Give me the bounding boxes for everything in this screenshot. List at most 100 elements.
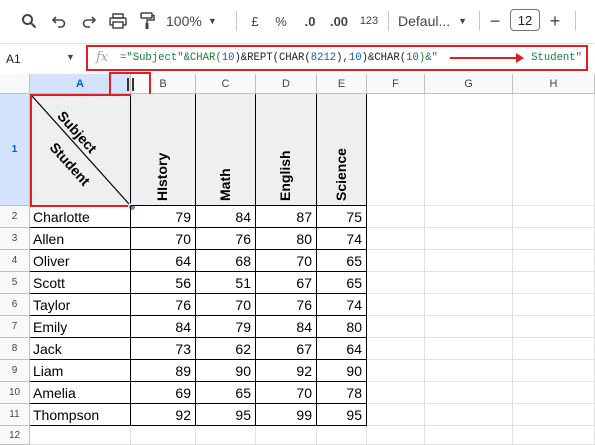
score-cell[interactable]: 78 <box>317 382 367 404</box>
score-cell[interactable]: 65 <box>196 382 256 404</box>
score-cell[interactable]: 92 <box>131 404 196 426</box>
student-name-cell[interactable]: Charlotte <box>30 206 131 228</box>
cell[interactable] <box>425 228 513 250</box>
score-cell[interactable]: 73 <box>131 338 196 360</box>
cell[interactable] <box>367 404 425 426</box>
score-cell[interactable]: 76 <box>256 294 317 316</box>
column-header-h[interactable]: H <box>513 74 595 94</box>
score-cell[interactable]: 99 <box>256 404 317 426</box>
row-header-6[interactable]: 6 <box>0 294 30 316</box>
cell[interactable] <box>513 316 595 338</box>
column-header-f[interactable]: F <box>367 74 425 94</box>
decrease-decimal-button[interactable]: .0 <box>298 8 322 34</box>
column-resize-handle[interactable] <box>127 78 129 91</box>
cell[interactable] <box>196 426 256 445</box>
cell[interactable] <box>425 250 513 272</box>
row-header-3[interactable]: 3 <box>0 228 30 250</box>
row-header-11[interactable]: 11 <box>0 404 30 426</box>
cell[interactable] <box>425 404 513 426</box>
cell[interactable] <box>513 382 595 404</box>
score-cell[interactable]: 79 <box>131 206 196 228</box>
score-cell[interactable]: 87 <box>256 206 317 228</box>
score-cell[interactable]: 79 <box>196 316 256 338</box>
undo-icon[interactable] <box>48 8 70 34</box>
header-cell-history[interactable]: HIstory <box>131 94 196 206</box>
student-name-cell[interactable]: Taylor <box>30 294 131 316</box>
score-cell[interactable]: 67 <box>256 338 317 360</box>
cell[interactable] <box>367 206 425 228</box>
score-cell[interactable]: 62 <box>196 338 256 360</box>
score-cell[interactable]: 75 <box>317 206 367 228</box>
row-header-5[interactable]: 5 <box>0 272 30 294</box>
student-name-cell[interactable]: Thompson <box>30 404 131 426</box>
score-cell[interactable]: 70 <box>256 250 317 272</box>
header-cell-science[interactable]: Science <box>317 94 367 206</box>
student-name-cell[interactable]: Liam <box>30 360 131 382</box>
row-header-7[interactable]: 7 <box>0 316 30 338</box>
score-cell[interactable]: 84 <box>196 206 256 228</box>
student-name-cell[interactable]: Amelia <box>30 382 131 404</box>
cell[interactable] <box>367 360 425 382</box>
decrease-font-size-button[interactable]: − <box>485 8 505 34</box>
cell[interactable] <box>425 206 513 228</box>
cell[interactable] <box>367 272 425 294</box>
row-header-10[interactable]: 10 <box>0 382 30 404</box>
cell[interactable] <box>425 426 513 445</box>
score-cell[interactable]: 56 <box>131 272 196 294</box>
cell[interactable] <box>425 338 513 360</box>
row-header-9[interactable]: 9 <box>0 360 30 382</box>
cell[interactable] <box>367 338 425 360</box>
score-cell[interactable]: 74 <box>317 228 367 250</box>
cell[interactable] <box>425 360 513 382</box>
cell[interactable] <box>425 94 513 206</box>
score-cell[interactable]: 84 <box>131 316 196 338</box>
cell[interactable] <box>425 294 513 316</box>
row-header-2[interactable]: 2 <box>0 206 30 228</box>
student-name-cell[interactable]: Allen <box>30 228 131 250</box>
score-cell[interactable]: 92 <box>256 360 317 382</box>
student-name-cell[interactable]: Jack <box>30 338 131 360</box>
header-cell-english[interactable]: English <box>256 94 317 206</box>
column-header-d[interactable]: D <box>256 74 317 94</box>
score-cell[interactable]: 65 <box>317 272 367 294</box>
cell[interactable] <box>513 272 595 294</box>
score-cell[interactable]: 84 <box>256 316 317 338</box>
cell[interactable] <box>425 272 513 294</box>
row-header-8[interactable]: 8 <box>0 338 30 360</box>
cell[interactable] <box>513 250 595 272</box>
student-name-cell[interactable]: Scott <box>30 272 131 294</box>
student-name-cell[interactable]: Emily <box>30 316 131 338</box>
increase-font-size-button[interactable]: + <box>545 8 565 34</box>
cell[interactable] <box>367 94 425 206</box>
score-cell[interactable]: 64 <box>131 250 196 272</box>
column-header-e[interactable]: E <box>317 74 367 94</box>
score-cell[interactable]: 70 <box>196 294 256 316</box>
cell[interactable] <box>30 426 131 445</box>
cell[interactable] <box>513 338 595 360</box>
cell[interactable] <box>256 426 317 445</box>
cell[interactable] <box>367 426 425 445</box>
cell[interactable] <box>513 404 595 426</box>
zoom-select[interactable]: 100% ▼ <box>166 8 228 34</box>
currency-format-button[interactable]: £ <box>244 8 266 34</box>
student-name-cell[interactable]: Oliver <box>30 250 131 272</box>
chevron-down-icon[interactable]: ▼ <box>66 52 75 62</box>
score-cell[interactable]: 74 <box>317 294 367 316</box>
increase-decimal-button[interactable]: .00 <box>326 8 352 34</box>
cell[interactable] <box>367 228 425 250</box>
percent-format-button[interactable]: % <box>270 8 292 34</box>
cell[interactable] <box>513 360 595 382</box>
select-all-corner[interactable] <box>0 74 30 94</box>
score-cell[interactable]: 67 <box>256 272 317 294</box>
redo-icon[interactable] <box>78 8 100 34</box>
cell[interactable] <box>367 294 425 316</box>
score-cell[interactable]: 65 <box>317 250 367 272</box>
font-size-input[interactable]: 12 <box>510 9 540 31</box>
cell[interactable] <box>513 426 595 445</box>
cell[interactable] <box>317 426 367 445</box>
cell[interactable] <box>513 206 595 228</box>
score-cell[interactable]: 76 <box>131 294 196 316</box>
number-format-button[interactable]: 123 <box>356 8 382 34</box>
name-box[interactable]: A1 <box>6 52 21 66</box>
score-cell[interactable]: 70 <box>256 382 317 404</box>
